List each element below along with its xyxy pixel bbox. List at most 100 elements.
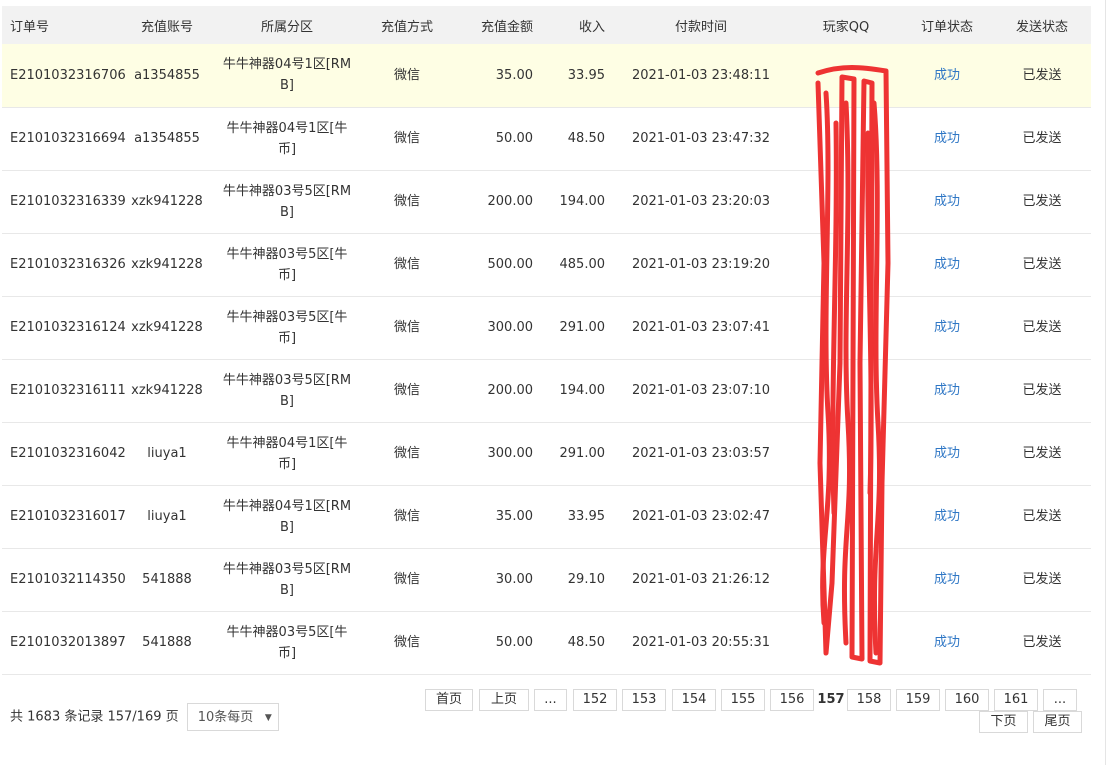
account-cell-text: a1354855 (134, 67, 200, 83)
income-cell: 291.00 (539, 296, 611, 359)
page-ellipsis-left[interactable]: ... (534, 689, 567, 711)
prev-page-button[interactable]: 上页 (479, 689, 529, 711)
account-cell: xzk941228 (122, 296, 212, 359)
payment-method-cell-text: 微信 (393, 320, 420, 335)
amount-cell: 500.00 (452, 233, 539, 296)
amount-cell-text: 35.00 (495, 67, 533, 83)
order-status-cell-text[interactable]: 成功 (934, 509, 960, 524)
send-status-cell-text: 已发送 (1022, 635, 1062, 650)
header-income: 收入 (578, 19, 605, 35)
page-button-153[interactable]: 153 (622, 689, 666, 711)
send-status-cell-text: 已发送 (1022, 509, 1062, 524)
order-status-cell-text[interactable]: 成功 (934, 383, 960, 398)
order-number-cell: E2101032316017 (2, 485, 126, 548)
account-cell: a1354855 (122, 107, 212, 170)
page-button-156[interactable]: 156 (770, 689, 814, 711)
pay-time-cell: 2021-01-03 23:03:57 (611, 422, 791, 485)
order-status-cell-text[interactable]: 成功 (934, 257, 960, 272)
order-status-cell[interactable]: 成功 (901, 359, 993, 422)
order-status-cell[interactable]: 成功 (901, 485, 993, 548)
payment-method-cell: 微信 (362, 296, 452, 359)
order-status-cell-text[interactable]: 成功 (934, 572, 960, 587)
order-number-cell: E2101032316706 (2, 44, 126, 107)
header-send-status: 发送状态 (1015, 19, 1068, 35)
pay-time-cell: 2021-01-03 21:26:12 (611, 548, 791, 611)
income-cell: 33.95 (539, 485, 611, 548)
order-status-cell-text[interactable]: 成功 (934, 68, 960, 83)
page-button-158[interactable]: 158 (847, 689, 891, 711)
page-size-select[interactable]: 10条每页 ▼ (186, 703, 279, 731)
order-number-cell-text: E2101032316124 (10, 320, 126, 335)
account-cell: xzk941228 (122, 170, 212, 233)
order-number-cell: E2101032316124 (2, 296, 126, 359)
player-qq-cell (791, 233, 901, 296)
page-button-154[interactable]: 154 (672, 689, 716, 711)
order-status-cell[interactable]: 成功 (901, 422, 993, 485)
payment-method-cell-text: 微信 (393, 67, 420, 83)
orders-table: 订单号 充值账号 所属分区 充值方式 充值金额 收入 付款时间 玩家QQ 订单状… (2, 6, 1091, 675)
account-cell-text: xzk941228 (131, 257, 203, 272)
payment-method-cell: 微信 (362, 233, 452, 296)
page-button-160[interactable]: 160 (945, 689, 989, 711)
player-qq-cell (791, 548, 901, 611)
payment-method-cell-text: 微信 (393, 635, 420, 650)
page-ellipsis-right[interactable]: ... (1043, 689, 1077, 711)
order-status-cell[interactable]: 成功 (901, 296, 993, 359)
page-scrollbar[interactable] (1105, 0, 1118, 765)
income-cell: 33.95 (539, 44, 611, 107)
order-status-cell-text[interactable]: 成功 (934, 320, 960, 335)
send-status-cell: 已发送 (993, 296, 1091, 359)
income-cell: 194.00 (539, 359, 611, 422)
table-row: E2101032316124 xzk941228 牛牛神器03号5区[牛币] 微信 30… (2, 296, 1091, 359)
player-qq-cell (791, 611, 901, 674)
order-status-cell[interactable]: 成功 (901, 548, 993, 611)
page-button-161[interactable]: 161 (994, 689, 1038, 711)
account-cell: 541888 (122, 548, 212, 611)
pay-time-cell-text: 2021-01-03 21:26:12 (631, 572, 771, 587)
account-cell-text: 541888 (142, 572, 192, 587)
zone-cell-text: 牛牛神器04号1区[RMB] (222, 498, 352, 535)
send-status-cell: 已发送 (993, 611, 1091, 674)
pay-time-cell: 2021-01-03 23:48:11 (611, 44, 791, 107)
account-cell-text: liuya1 (147, 446, 187, 461)
payment-method-cell-text: 微信 (393, 572, 420, 587)
order-status-cell-text[interactable]: 成功 (934, 194, 960, 209)
table-row: E2101032013897 541888 牛牛神器03号5区[牛币] 微信 50.00… (2, 611, 1091, 674)
last-page-button[interactable]: 尾页 (1033, 711, 1082, 733)
order-status-cell-text[interactable]: 成功 (934, 635, 960, 650)
order-number-cell-text: E2101032316111 (10, 383, 126, 398)
order-number-cell: E2101032114350 (2, 548, 126, 611)
order-status-cell-text[interactable]: 成功 (934, 131, 960, 146)
page-button-159[interactable]: 159 (896, 689, 940, 711)
header-pay-time: 付款时间 (674, 19, 727, 35)
send-status-cell: 已发送 (993, 485, 1091, 548)
send-status-cell-text: 已发送 (1022, 383, 1062, 398)
order-status-cell[interactable]: 成功 (901, 611, 993, 674)
zone-cell-text: 牛牛神器03号5区[牛币] (226, 246, 348, 283)
payment-method-cell: 微信 (362, 170, 452, 233)
header-zone: 所属分区 (260, 19, 313, 35)
page-button-152[interactable]: 152 (573, 689, 617, 711)
order-number-cell: E2101032316042 (2, 422, 126, 485)
zone-cell-text: 牛牛神器03号5区[牛币] (226, 624, 348, 661)
table-row: E2101032316706 a1354855 牛牛神器04号1区[RMB] 微信 35… (2, 44, 1091, 107)
header-amount: 充值金额 (480, 19, 533, 35)
order-number-cell: E2101032316111 (2, 359, 126, 422)
payment-method-cell: 微信 (362, 422, 452, 485)
order-status-cell[interactable]: 成功 (901, 170, 993, 233)
order-status-cell-text[interactable]: 成功 (934, 446, 960, 461)
header-order-status: 订单状态 (920, 19, 973, 35)
pay-time-cell-text: 2021-01-03 23:03:57 (631, 446, 771, 461)
income-cell-text: 485.00 (559, 257, 606, 272)
page-button-155[interactable]: 155 (721, 689, 765, 711)
table-header-row: 订单号 充值账号 所属分区 充值方式 充值金额 收入 付款时间 玩家QQ 订单状… (2, 6, 1091, 44)
account-cell-text: 541888 (142, 635, 192, 650)
first-page-button[interactable]: 首页 (425, 689, 473, 711)
header-account: 充值账号 (140, 19, 193, 35)
order-status-cell[interactable]: 成功 (901, 233, 993, 296)
next-page-button[interactable]: 下页 (979, 711, 1028, 733)
order-status-cell[interactable]: 成功 (901, 44, 993, 107)
order-status-cell[interactable]: 成功 (901, 107, 993, 170)
payment-method-cell-text: 微信 (393, 446, 420, 461)
amount-cell-text: 30.00 (495, 572, 533, 587)
